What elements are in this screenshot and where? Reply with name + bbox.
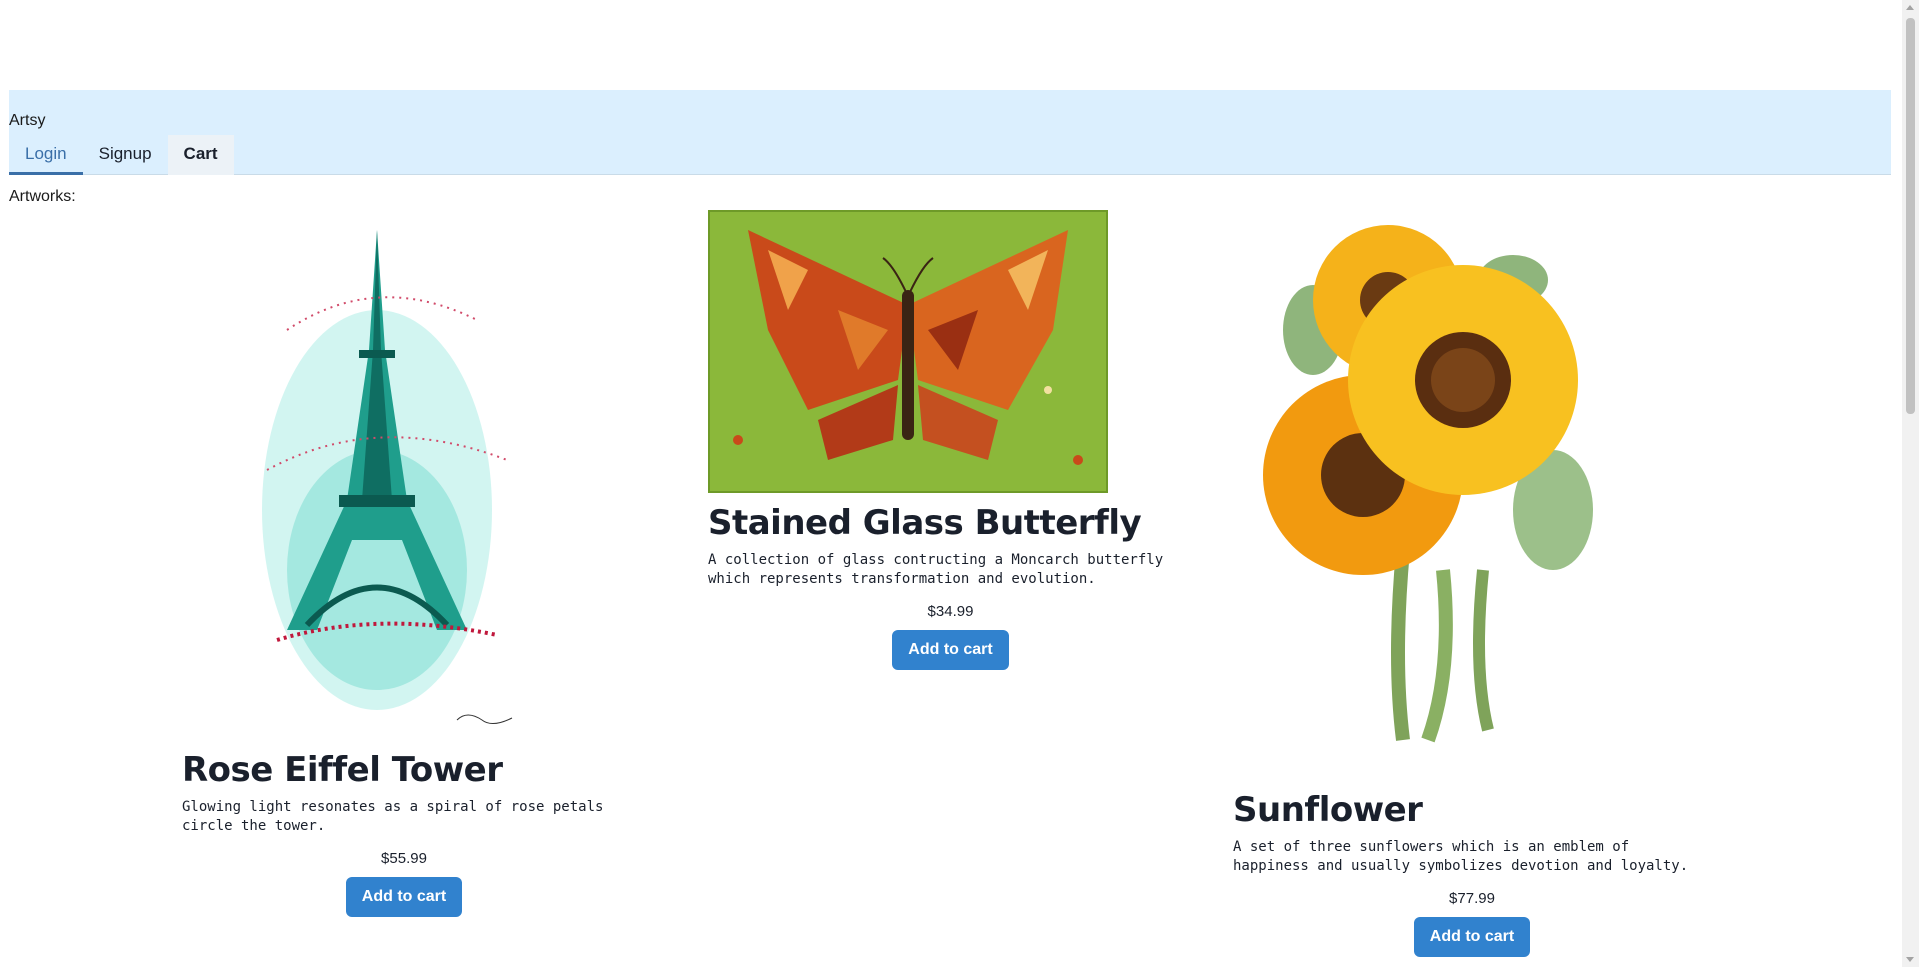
tab-signup[interactable]: Signup: [83, 135, 168, 175]
butterfly-painting: [708, 210, 1108, 493]
artwork-title: Stained Glass Butterfly: [708, 503, 1142, 543]
vertical-scrollbar[interactable]: [1902, 0, 1919, 967]
artwork-description: Glowing light resonates as a spiral of r…: [182, 799, 604, 834]
nav-tabs: Login Signup Cart: [9, 135, 234, 175]
artwork-card-sunflower: Sunflower A set of three sunflowers whic…: [1233, 210, 1711, 957]
scroll-down-icon[interactable]: [1906, 957, 1914, 962]
artwork-price: $34.99: [927, 603, 974, 620]
navbar: Artsy Login Signup Cart: [9, 90, 1891, 175]
artwork-price: $55.99: [381, 850, 427, 867]
scrollbar-thumb[interactable]: [1906, 18, 1915, 414]
tab-cart[interactable]: Cart: [167, 135, 234, 175]
sunflower-painting: [1253, 210, 1633, 770]
add-to-cart-button[interactable]: Add to cart: [892, 630, 1009, 670]
artwork-title: Sunflower: [1233, 790, 1423, 830]
brand-name: Artsy: [9, 112, 46, 129]
artwork-card-eiffel: Rose Eiffel Tower Glowing light resonate…: [182, 210, 626, 917]
add-to-cart-button[interactable]: Add to cart: [345, 877, 463, 917]
artwork-card-butterfly: Stained Glass Butterfly A collection of …: [708, 210, 1193, 670]
artwork-price: $77.99: [1449, 890, 1495, 907]
artwork-title: Rose Eiffel Tower: [182, 750, 503, 790]
artwork-description: A collection of glass contructing a Monc…: [708, 552, 1164, 587]
artworks-heading: Artworks:: [9, 188, 76, 205]
tab-login[interactable]: Login: [9, 135, 83, 175]
artwork-description: A set of three sunflowers which is an em…: [1233, 839, 1689, 874]
eiffel-tower-painting: [227, 210, 557, 750]
add-to-cart-button[interactable]: Add to cart: [1413, 917, 1531, 957]
scroll-up-icon[interactable]: [1906, 5, 1914, 10]
